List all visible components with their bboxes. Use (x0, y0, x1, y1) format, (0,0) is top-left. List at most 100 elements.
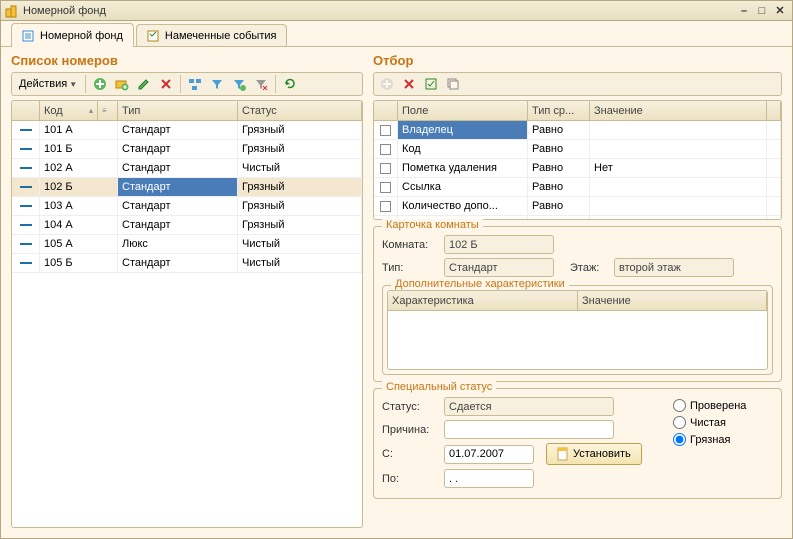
table-row[interactable]: 102 АСтандартЧистый (12, 159, 362, 178)
to-date-field[interactable] (444, 469, 534, 488)
filter-row[interactable]: КодРавно (374, 140, 781, 159)
cell-type: Стандарт (118, 121, 238, 139)
type-field[interactable]: Стандарт (444, 258, 554, 277)
extra-grid[interactable]: Характеристика Значение (387, 290, 768, 370)
cell-comp: Равно (528, 216, 590, 219)
filter-set-button[interactable] (229, 74, 249, 94)
type-label: Тип: (382, 262, 438, 274)
table-row[interactable]: 101 БСтандартГрязный (12, 140, 362, 159)
hierarchy-button[interactable] (185, 74, 205, 94)
item-icon (20, 224, 32, 226)
filter-row[interactable]: СсылкаРавно (374, 178, 781, 197)
cell-code: 101 Б (40, 140, 118, 158)
filter-row[interactable]: Пометка удаленияРавноНет (374, 159, 781, 178)
cell-type: Стандарт (118, 159, 238, 177)
app-icon (5, 4, 19, 18)
maximize-button[interactable]: □ (754, 4, 770, 18)
special-status-group: Специальный статус Статус: Сдается Причи… (373, 388, 782, 499)
item-icon (20, 148, 32, 150)
checkbox[interactable] (380, 201, 391, 212)
filter-row[interactable]: Количество допо...Равно (374, 197, 781, 216)
checkbox[interactable] (380, 182, 391, 193)
cell-code: 102 Б (40, 178, 118, 196)
edit-button[interactable] (134, 74, 154, 94)
tab-label: Номерной фонд (40, 30, 123, 42)
radio-dirty[interactable]: Грязная (673, 433, 773, 446)
set-button[interactable]: Установить (546, 443, 642, 465)
from-date-field[interactable] (444, 445, 534, 464)
filter-add-button[interactable] (377, 74, 397, 94)
table-row[interactable]: 104 АСтандартГрязный (12, 216, 362, 235)
cell-type: Стандарт (118, 178, 238, 196)
radio-clean[interactable]: Чистая (673, 416, 773, 429)
col-char-value: Значение (578, 291, 767, 310)
cell-code: 101 А (40, 121, 118, 139)
cell-type: Люкс (118, 235, 238, 253)
room-field[interactable]: 102 Б (444, 235, 554, 254)
cell-type: Стандарт (118, 197, 238, 215)
cell-comp: Равно (528, 197, 590, 215)
add-button[interactable] (90, 74, 110, 94)
cell-comp: Равно (528, 121, 590, 139)
cell-code: 104 А (40, 216, 118, 234)
cell-field: Количество допо... (398, 197, 528, 215)
close-button[interactable]: ✕ (772, 4, 788, 18)
table-row[interactable]: 105 БСтандартЧистый (12, 254, 362, 273)
col-char: Характеристика (388, 291, 578, 310)
cell-code: 102 А (40, 159, 118, 177)
actions-label: Действия (19, 78, 67, 90)
filter-button[interactable] (207, 74, 227, 94)
cell-field: Владелец (398, 121, 528, 139)
filter-title: Отбор (373, 53, 782, 68)
cell-code: 105 А (40, 235, 118, 253)
checkbox[interactable] (380, 125, 391, 136)
actions-dropdown[interactable]: Действия ▼ (15, 74, 81, 94)
tab-room-fund[interactable]: Номерной фонд (11, 23, 134, 47)
status-field[interactable]: Сдается (444, 397, 614, 416)
checklist-icon (147, 29, 161, 43)
from-label: С: (382, 448, 438, 460)
doc-icon (557, 447, 569, 461)
tab-events[interactable]: Намеченные события (136, 24, 288, 46)
filter-check-button[interactable] (421, 74, 441, 94)
delete-button[interactable] (156, 74, 176, 94)
table-row[interactable]: 101 АСтандартГрязный (12, 121, 362, 140)
minimize-button[interactable]: – (736, 4, 752, 18)
cell-value (590, 140, 767, 158)
cell-status: Грязный (238, 140, 362, 158)
table-row[interactable]: 102 БСтандартГрязный (12, 178, 362, 197)
add-folder-button[interactable] (112, 74, 132, 94)
cell-status: Чистый (238, 235, 362, 253)
checkbox[interactable] (380, 144, 391, 155)
filter-row[interactable]: ВладелецРавно (374, 121, 781, 140)
filter-remove-button[interactable] (399, 74, 419, 94)
floor-field[interactable]: второй этаж (614, 258, 734, 277)
col-type: Тип (118, 101, 238, 120)
cell-status: Чистый (238, 159, 362, 177)
status-label: Статус: (382, 401, 438, 413)
item-icon (20, 186, 32, 188)
cell-status: Грязный (238, 216, 362, 234)
rooms-grid[interactable]: Код▴ ≡ Тип Статус 101 АСтандартГрязный10… (11, 100, 363, 528)
item-icon (20, 262, 32, 264)
table-row[interactable]: 103 АСтандартГрязный (12, 197, 362, 216)
room-card-group: Карточка комнаты Комната: 102 Б Тип: Ста… (373, 226, 782, 382)
cell-code: 105 Б (40, 254, 118, 272)
table-row[interactable]: 105 АЛюксЧистый (12, 235, 362, 254)
filter-copy-button[interactable] (443, 74, 463, 94)
filter-grid[interactable]: Поле Тип ср... Значение ВладелецРавноКод… (373, 100, 782, 220)
list-icon (22, 29, 36, 43)
cell-field: Пометка удаления (398, 159, 528, 177)
item-icon (20, 167, 32, 169)
extra-title: Дополнительные характеристики (391, 278, 569, 290)
checkbox[interactable] (380, 163, 391, 174)
cell-value (590, 178, 767, 196)
filter-off-button[interactable] (251, 74, 271, 94)
reason-field[interactable] (444, 420, 614, 439)
floor-label: Этаж: (570, 262, 608, 274)
refresh-button[interactable] (280, 74, 300, 94)
cell-code: 103 А (40, 197, 118, 215)
col-code: Код (44, 105, 63, 117)
radio-checked[interactable]: Проверена (673, 399, 773, 412)
col-field: Поле (398, 101, 528, 120)
